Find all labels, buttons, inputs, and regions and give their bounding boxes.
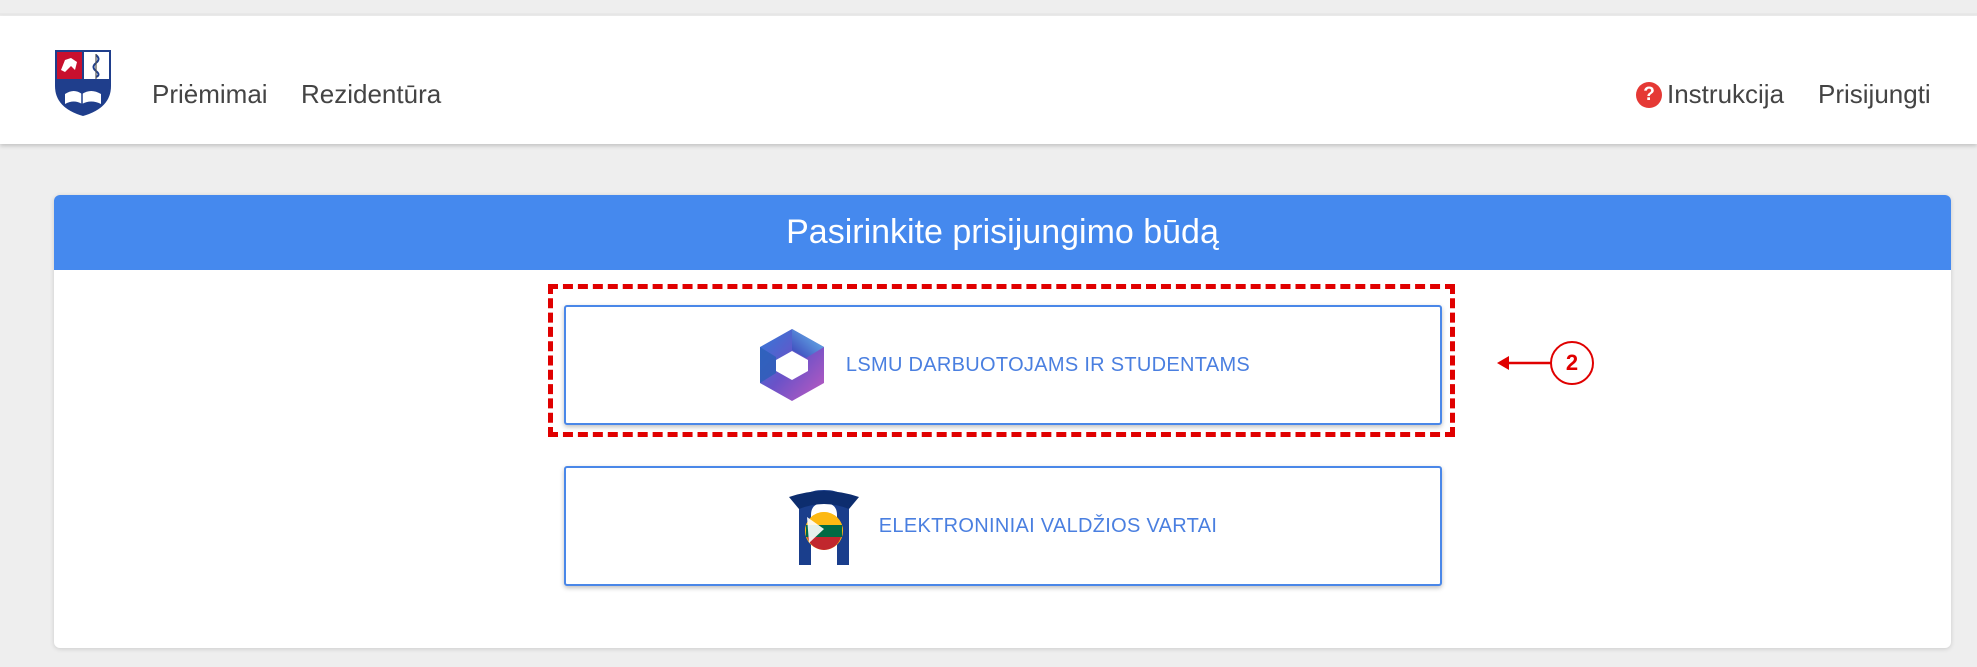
evaldzia-login-label: ELEKTRONINIAI VALDŽIOS VARTAI xyxy=(878,514,1218,537)
annotation-number-badge: 2 xyxy=(1550,341,1594,385)
help-icon: ? xyxy=(1636,81,1662,108)
annotation-arrow-icon xyxy=(1497,356,1551,370)
panel-title: Pasirinkite prisijungimo būdą xyxy=(54,195,1951,270)
annotation-highlight-box xyxy=(548,284,1455,437)
navbar: Priėmimai Rezidentūra ? Instrukcija Pris… xyxy=(0,16,1977,144)
e-government-gateway-login-button[interactable]: ELEKTRONINIAI VALDŽIOS VARTAI xyxy=(564,466,1442,586)
instrukcija-label: Instrukcija xyxy=(1667,79,1785,109)
top-divider xyxy=(0,13,1977,15)
nav-link-instrukcija[interactable]: ? Instrukcija xyxy=(1636,79,1784,110)
lsmu-logo-icon[interactable] xyxy=(51,46,115,118)
nav-link-prisijungti[interactable]: Prisijungti xyxy=(1818,79,1931,110)
nav-link-priemimai[interactable]: Priėmimai xyxy=(152,79,268,110)
nav-link-rezidentura[interactable]: Rezidentūra xyxy=(301,79,441,110)
epaslaugos-icon xyxy=(788,485,859,567)
